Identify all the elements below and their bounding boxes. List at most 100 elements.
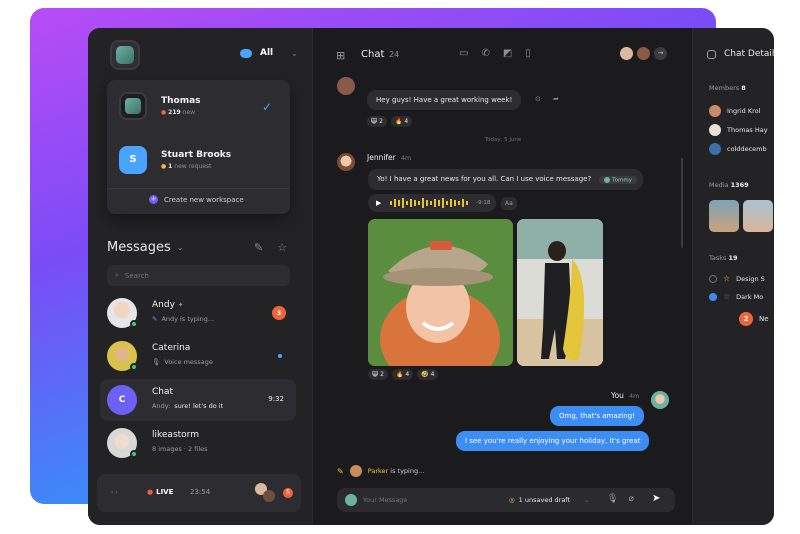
task-item[interactable]: ☆ Design S	[709, 274, 765, 283]
reaction[interactable]: 🔥 4	[391, 369, 414, 380]
media-thumb[interactable]	[709, 200, 739, 232]
check-icon: ✓	[261, 100, 272, 114]
video-icon[interactable]: ▭	[459, 48, 468, 59]
sender-name: Jennifer	[367, 153, 396, 162]
reaction[interactable]: 😸 2	[368, 369, 388, 380]
panel-icon[interactable]	[707, 49, 716, 59]
live-badge: 5	[283, 488, 293, 498]
notification-badge: 2	[739, 312, 753, 326]
tasks-label-text: Tasks	[709, 254, 727, 262]
avatar	[709, 105, 721, 117]
draft-icon: ◎	[509, 496, 515, 504]
paperclip-icon[interactable]: ⌀	[628, 494, 633, 504]
message-time: 4m	[628, 392, 640, 400]
checkbox[interactable]	[709, 274, 717, 283]
compose-icon[interactable]: ✎	[254, 241, 263, 254]
search-input[interactable]	[124, 271, 265, 280]
reaction[interactable]: 😸 2	[367, 116, 387, 127]
pen-icon: ✎	[337, 466, 344, 476]
star-icon[interactable]: ☆	[723, 274, 730, 283]
live-indicator: ● LIVE	[147, 488, 173, 496]
draft-indicator[interactable]: ◎ 1 unsaved draft ⌄	[509, 496, 589, 504]
workspace-new-count: 219	[168, 109, 181, 116]
workspace-item-thomas[interactable]: Thomas ● 219 new	[119, 92, 201, 120]
online-indicator	[130, 363, 138, 371]
workspace-avatar[interactable]	[110, 40, 140, 70]
workspace-dropdown: Thomas ● 219 new ✓ S Stuart Brooks ● 1 n…	[107, 80, 290, 214]
avatar	[637, 47, 650, 60]
typing-text: is typing...	[390, 467, 425, 475]
mention-name: Tommy	[612, 177, 632, 183]
photo-surfer[interactable]	[517, 219, 603, 366]
voice-duration: -9:18	[476, 200, 491, 206]
message-sender: You 4m	[611, 391, 639, 400]
media-label: Media 1369	[709, 181, 749, 189]
photo-girl-hat[interactable]	[368, 219, 513, 366]
member-item[interactable]: colddecemb	[709, 143, 767, 155]
message-composer: ◎1 unsaved draft ⌄ 🎙 ⌀ ➤	[337, 488, 675, 512]
search-box[interactable]: ⌕	[107, 265, 290, 286]
conversation-likeastorm[interactable]: likeastorm 8 images · 2 files	[100, 422, 296, 464]
message-input[interactable]	[363, 493, 483, 507]
star-icon[interactable]: ☆	[277, 241, 287, 254]
tasks-label: Tasks 19	[709, 254, 738, 262]
request-icon: ●	[161, 163, 167, 170]
media-thumb[interactable]	[743, 200, 773, 232]
date-separator: Today, 5 June	[484, 137, 522, 143]
avatar: C	[107, 385, 137, 415]
workspace-filter-label: All	[260, 48, 274, 58]
workspace-name: Thomas	[161, 96, 201, 106]
workspace-filter[interactable]: All ⌄	[240, 48, 298, 58]
send-icon[interactable]: ➤	[652, 493, 660, 504]
phone-icon[interactable]: ✆	[481, 48, 489, 59]
typing-name: Parker	[367, 467, 389, 475]
conversation-caterina[interactable]: Caterina 🎙 Voice message	[100, 335, 296, 377]
react-icon[interactable]: ⊙	[535, 95, 541, 103]
speed-button[interactable]: Aa	[501, 197, 517, 210]
workspace-name: Stuart Brooks	[161, 150, 232, 160]
forward-icon[interactable]: ➦	[553, 95, 559, 103]
notification-text: Ne	[759, 315, 769, 323]
typing-indicator: ✎ Parker is typing...	[337, 465, 424, 477]
workspace-avatar-thomas	[119, 92, 147, 120]
members-label: Members 8	[709, 84, 746, 92]
reaction[interactable]: 🤣 4	[417, 369, 439, 380]
star-icon[interactable]: ☆	[723, 292, 730, 301]
media-label-text: Media	[709, 181, 729, 189]
reaction[interactable]: 🔥 4	[390, 116, 413, 127]
checkbox[interactable]	[709, 292, 717, 301]
message-bubble: Omg, that's amazing!	[550, 406, 644, 426]
file-icon[interactable]: ▯	[525, 48, 531, 59]
workspace-item-stuart[interactable]: S Stuart Brooks ● 1 new request	[119, 146, 231, 174]
live-bar[interactable]: ‹ › ● LIVE 23:54 5	[97, 474, 301, 512]
live-label: LIVE	[156, 488, 174, 496]
conversation-name: Andy ✦	[152, 300, 184, 310]
play-icon[interactable]: ▶	[376, 199, 381, 207]
pen-icon: ✎	[152, 315, 158, 323]
live-time: 23:54	[190, 488, 211, 496]
chat-participants[interactable]: →	[620, 47, 667, 60]
mention-chip[interactable]: Tommy	[599, 175, 637, 184]
plus-icon: +	[149, 195, 158, 204]
photo-illustration	[368, 219, 513, 366]
microphone-icon[interactable]: 🎙	[607, 494, 618, 504]
messages-header[interactable]: Messages ⌄	[107, 240, 183, 255]
create-workspace-button[interactable]: + Create new workspace	[149, 195, 244, 204]
conversation-chat[interactable]: C Chat Andy: sure! let's do it 9:32	[100, 379, 296, 421]
workspace-meta: ● 219 new	[161, 109, 201, 116]
member-item[interactable]: Thomas Hay	[709, 124, 768, 136]
arrow-right-icon[interactable]: →	[654, 47, 667, 60]
conversation-andy[interactable]: Andy ✦ ✎ Andy is typing... 3	[100, 292, 296, 334]
grid-icon[interactable]: ⊞	[336, 49, 345, 62]
scrollbar[interactable]	[681, 158, 683, 248]
chevron-left-right-icon[interactable]: ‹ ›	[111, 489, 118, 496]
task-item[interactable]: ☆ Dark Mo	[709, 292, 763, 301]
avatar	[620, 47, 633, 60]
image-icon[interactable]: ◩	[503, 48, 512, 59]
details-header: Chat Details	[707, 49, 774, 59]
member-item[interactable]: Ingrid Krol	[709, 105, 760, 117]
divider	[107, 188, 290, 189]
online-indicator	[130, 450, 138, 458]
conversation-preview: 8 images · 2 files	[152, 445, 208, 453]
voice-message[interactable]: ▶ -9:18	[368, 194, 496, 212]
